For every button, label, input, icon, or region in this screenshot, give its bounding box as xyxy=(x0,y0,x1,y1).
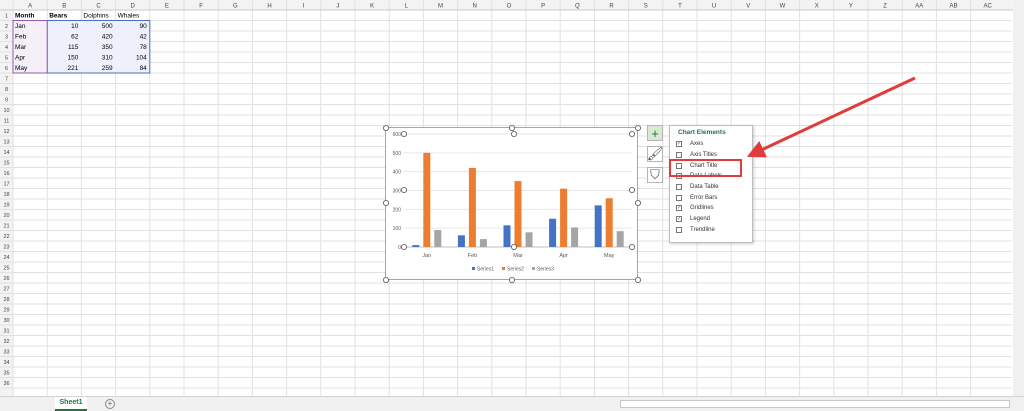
add-sheet-button[interactable]: + xyxy=(105,399,115,409)
annotation-arrow xyxy=(746,76,916,158)
horizontal-scrollbar[interactable] xyxy=(620,400,1010,408)
status-bar: Sheet1 + xyxy=(0,396,1024,411)
sheet-tab-sheet1[interactable]: Sheet1 xyxy=(55,397,87,411)
